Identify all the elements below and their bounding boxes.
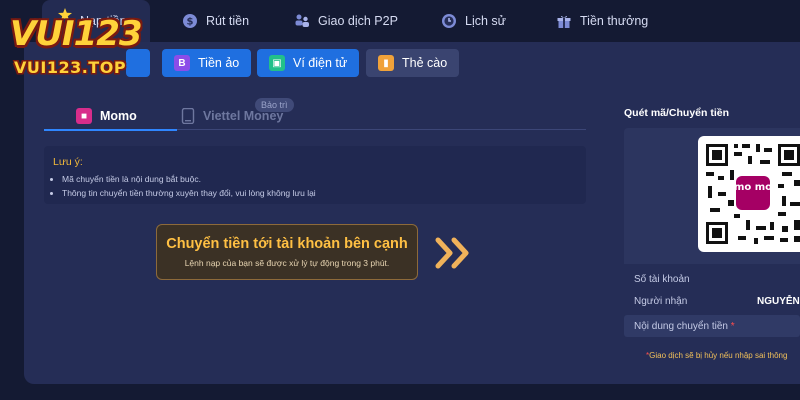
account-number-row: Số tài khoản [624,268,800,290]
clock-icon [442,14,456,28]
receiver-row: Người nhận NGUYỄN [624,290,800,312]
notice-title: Lưu ý: [53,156,83,168]
momo-icon: ■ [76,108,92,124]
transfer-content-label: Nội dung chuyển tiền [634,320,728,332]
bitcoin-icon: B [174,55,190,71]
notice-list: Mã chuyển tiền là nội dung bắt buộc. Thô… [62,172,316,200]
transfer-card: Chuyển tiền tới tài khoản bên cạnh Lệnh … [156,224,418,280]
method-card-button[interactable]: ▮ Thẻ cào [366,49,460,77]
method-ewallet-button[interactable]: ▣ Ví điện tử [257,49,360,77]
nav-tab-bonus-label: Tiền thưởng [580,14,649,28]
receiver-label: Người nhận [634,295,688,307]
nav-tab-history[interactable]: Lịch sử [441,0,506,42]
maintenance-badge: Bảo trì [255,98,294,112]
gift-icon [557,15,571,28]
receiver-value: NGUYỄN [757,295,800,307]
notice-item: Mã chuyển tiền là nội dung bắt buộc. [62,172,316,186]
qr-section-title: Quét mã/Chuyển tiền [624,107,730,119]
notice-item: Thông tin chuyển tiền thường xuyên thay … [62,186,316,200]
wallet-subtabs: ■ Momo Viettel Money [44,102,586,131]
nav-tab-withdraw[interactable]: $ Rút tiền [182,0,249,42]
method-ewallet-label: Ví điện tử [293,56,348,70]
tab-momo-label: Momo [100,109,137,123]
nav-tab-p2p[interactable]: Giao dịch P2P [294,0,398,42]
method-crypto-label: Tiền ảo [198,56,240,70]
required-mark: * [730,320,735,332]
momo-logo-text: mo mo [734,182,772,193]
nav-tab-p2p-label: Giao dịch P2P [318,14,398,28]
qr-code: mo mo [698,136,800,252]
scratch-card-icon: ▮ [378,55,394,71]
qr-code-image: mo mo [706,144,800,244]
transfer-subtitle: Lệnh nạp của bạn sẽ được xử lý tự động t… [184,258,390,268]
cancel-warning-text: Giao dịch sẽ bị hủy nếu nhập sai thông [649,351,788,360]
wallet-icon: ▣ [269,55,285,71]
svg-text:$: $ [187,17,194,28]
transfer-title: Chuyển tiền tới tài khoản bên cạnh [166,236,408,252]
withdraw-icon: $ [183,14,197,28]
account-number-label: Số tài khoản [634,273,690,285]
double-chevron-right-icon [435,237,469,269]
method-card-label: Thẻ cào [402,56,448,70]
tab-momo[interactable]: ■ Momo [44,102,177,131]
cancel-warning: *Giao dịch sẽ bị hủy nếu nhập sai thông [646,351,787,360]
logo-domain: VUI123.TOP [14,58,127,77]
phone-icon [181,108,195,124]
users-icon [295,14,309,27]
notice-box: Lưu ý: Mã chuyển tiền là nội dung bắt bu… [44,146,586,204]
brand-logo: VUI123 VUI123.TOP [6,8,156,80]
transfer-content-field[interactable]: Nội dung chuyển tiền * [624,315,800,337]
method-crypto-button[interactable]: B Tiền ảo [162,49,252,77]
logo-wordmark: VUI123 [10,14,143,54]
nav-tab-bonus[interactable]: Tiền thưởng [556,0,648,42]
nav-tab-withdraw-label: Rút tiền [206,14,250,28]
nav-tab-history-label: Lịch sử [465,14,507,28]
